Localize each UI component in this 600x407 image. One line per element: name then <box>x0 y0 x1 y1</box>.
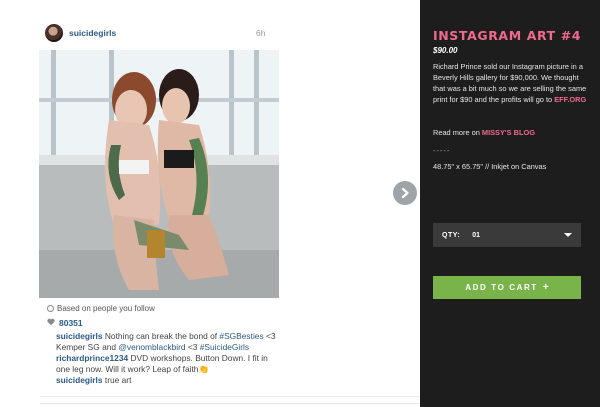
eff-link[interactable]: EFF.ORG <box>554 95 586 104</box>
blog-link[interactable]: MISSY'S BLOG <box>482 128 535 137</box>
post-photo-image <box>39 50 279 298</box>
based-on-text: Based on people you follow <box>57 304 155 313</box>
comment-text: true art <box>104 375 132 385</box>
next-button[interactable] <box>393 181 417 205</box>
read-more: Read more on MISSY'S BLOG <box>433 128 535 137</box>
qty-value: 01 <box>472 231 480 239</box>
comment-text: <3 <box>187 342 198 352</box>
plus-icon: + <box>542 282 549 293</box>
comment-item: suicidegirls Nothing can break the bond … <box>56 331 284 353</box>
heart-icon[interactable] <box>47 318 55 328</box>
comment-username[interactable]: richardprince1234 <box>56 353 128 363</box>
likes-row: 80351 <box>47 318 83 328</box>
comment-username[interactable]: suicidegirls <box>56 331 103 341</box>
circle-icon <box>47 305 54 312</box>
divider-dashes: ----- <box>433 146 451 155</box>
instagram-post: suicidegirls 6h Based on people you foll… <box>0 0 420 407</box>
product-title: INSTAGRAM ART #4 <box>433 28 582 43</box>
comment-text: Nothing can break the bond of <box>104 331 218 341</box>
divider <box>40 396 420 397</box>
product-description: Richard Prince sold our Instagram pictur… <box>433 61 593 105</box>
based-on-notice: Based on people you follow <box>47 304 155 313</box>
comment-item: suicidegirls true art <box>56 375 284 386</box>
read-more-text: Read more on <box>433 128 480 137</box>
post-photo <box>39 50 279 298</box>
hashtag-link[interactable]: #SGBesties <box>219 331 263 341</box>
quantity-select[interactable]: QTY: 01 <box>433 223 581 247</box>
qty-label: QTY: <box>442 231 461 239</box>
add-to-cart-button[interactable]: ADD TO CART + <box>433 276 581 299</box>
hashtag-link[interactable]: #SuicideGirls <box>200 342 249 352</box>
product-dimensions: 48.75" x 65.75" // Inkjet on Canvas <box>433 162 547 171</box>
mention-link[interactable]: @venomblackbird <box>118 342 185 352</box>
chevron-right-icon <box>401 187 409 199</box>
chevron-down-icon <box>564 233 572 237</box>
avatar[interactable] <box>45 24 63 42</box>
post-username[interactable]: suicidegirls <box>69 28 116 38</box>
add-to-cart-label: ADD TO CART <box>465 283 538 292</box>
divider <box>40 403 420 404</box>
product-price: $90.00 <box>433 46 458 55</box>
comments-list: suicidegirls Nothing can break the bond … <box>56 331 284 386</box>
likes-count[interactable]: 80351 <box>59 318 83 328</box>
product-panel: INSTAGRAM ART #4 $90.00 Richard Prince s… <box>420 0 600 407</box>
comment-username[interactable]: suicidegirls <box>56 375 103 385</box>
comment-item: richardprince1234 DVD workshops. Button … <box>56 353 284 375</box>
post-timestamp: 6h <box>256 28 266 38</box>
